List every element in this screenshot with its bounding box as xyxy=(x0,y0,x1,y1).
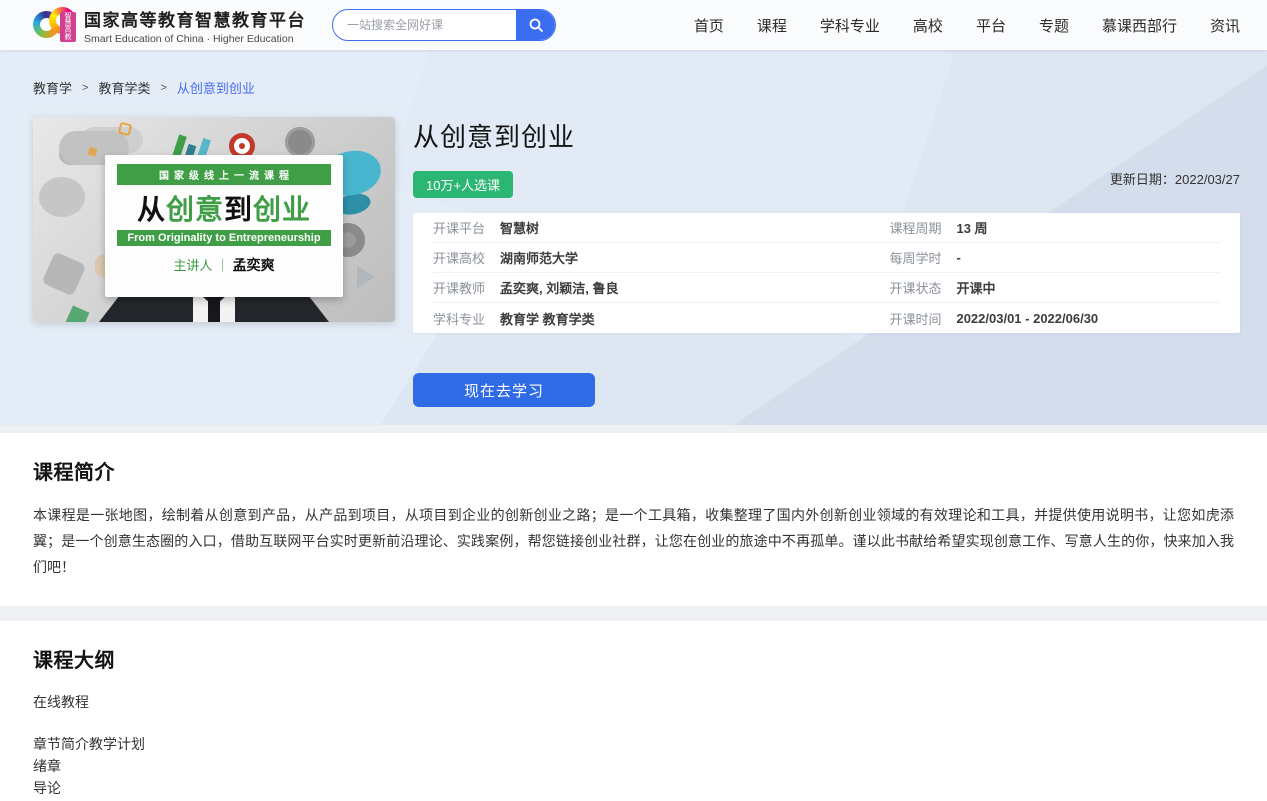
nav-item-topics[interactable]: 专题 xyxy=(1039,15,1069,36)
cover-banner-text: 国家级线上一流课程 xyxy=(117,164,331,185)
course-intro-section: 课程简介 本课程是一张地图，绘制着从创意到产品，从产品到项目，从项目到企业的创新… xyxy=(0,433,1267,606)
chevron-right-icon: > xyxy=(160,82,166,94)
chevron-right-icon: > xyxy=(82,82,88,94)
detail-label: 开课高校 xyxy=(433,248,485,267)
platform-logo-icon: 智慧高教 xyxy=(33,7,75,43)
detail-label: 开课状态 xyxy=(889,278,941,297)
outline-list: 章节简介教学计划 绪章 导论 xyxy=(33,733,1234,799)
cover-english-subtitle: From Originality to Entrepreneurship xyxy=(117,230,331,246)
logo-icon-text: 智慧高教 xyxy=(60,12,76,42)
cover-deco-puzzle xyxy=(42,252,87,297)
cover-deco-globe xyxy=(285,127,315,157)
detail-value-university: 湖南师范大学 xyxy=(500,248,578,267)
nav-item-courses[interactable]: 课程 xyxy=(757,15,787,36)
detail-value-teachers: 孟奕爽, 刘颖洁, 鲁良 xyxy=(500,278,618,297)
nav-item-mooc-west[interactable]: 慕课西部行 xyxy=(1102,15,1177,36)
search-bar xyxy=(332,9,556,41)
top-header: 智慧高教 国家高等教育智慧教育平台 Smart Education of Chi… xyxy=(0,0,1267,50)
main-nav: 首页 课程 学科专业 高校 平台 专题 慕课西部行 资讯 xyxy=(694,15,1240,36)
breadcrumb-item-category[interactable]: 教育学类 xyxy=(98,78,150,97)
detail-value-weekly-hours: - xyxy=(956,250,960,265)
detail-label: 每周学时 xyxy=(889,248,941,267)
intro-text: 本课程是一张地图，绘制着从创意到产品，从产品到项目，从项目到企业的创新创业之路；… xyxy=(33,502,1234,580)
detail-value-duration: 13 周 xyxy=(956,218,987,237)
update-date: 更新日期：2022/03/27 xyxy=(1110,169,1240,188)
search-button[interactable] xyxy=(516,10,555,40)
search-input[interactable] xyxy=(333,10,516,40)
cover-presenter-line: 主讲人 ｜ 孟奕爽 xyxy=(117,255,331,275)
nav-item-universities[interactable]: 高校 xyxy=(913,15,943,36)
outline-item-preface[interactable]: 绪章 xyxy=(33,755,1234,777)
cover-sign-board: 国家级线上一流课程 从创意到创业 From Originality to Ent… xyxy=(105,155,343,297)
nav-item-news[interactable]: 资讯 xyxy=(1210,15,1240,36)
course-hero-section: 教育学 > 教育学类 > 从创意到创业 国家级线上一流课程 从创意到创业 xyxy=(0,50,1267,425)
breadcrumb: 教育学 > 教育学类 > 从创意到创业 xyxy=(0,50,1267,97)
nav-item-platforms[interactable]: 平台 xyxy=(976,15,1006,36)
cover-deco-cloud xyxy=(39,177,85,217)
detail-label: 开课平台 xyxy=(433,218,485,237)
platform-logo[interactable]: 智慧高教 国家高等教育智慧教育平台 Smart Education of Chi… xyxy=(33,6,306,45)
course-info-panel: 从创意到创业 10万+人选课 更新日期：2022/03/27 开课平台 智慧树 … xyxy=(413,117,1240,407)
detail-label: 开课教师 xyxy=(433,278,485,297)
platform-title: 国家高等教育智慧教育平台 xyxy=(84,6,306,31)
outline-item-introduction[interactable]: 导论 xyxy=(33,777,1234,799)
detail-value-status: 开课中 xyxy=(956,278,995,297)
cover-deco-orange-icons xyxy=(118,122,133,137)
course-title: 从创意到创业 xyxy=(413,117,1240,154)
platform-subtitle: Smart Education of China · Higher Educat… xyxy=(84,33,306,45)
nav-item-disciplines[interactable]: 学科专业 xyxy=(820,15,880,36)
cover-person-tie xyxy=(208,296,220,322)
detail-value-schedule: 2022/03/01 - 2022/06/30 xyxy=(956,311,1098,326)
detail-label: 开课时间 xyxy=(889,309,941,328)
table-row: 开课平台 智慧树 课程周期 13 周 xyxy=(433,213,1220,243)
go-study-button[interactable]: 现在去学习 xyxy=(413,373,595,407)
enrollment-badge: 10万+人选课 xyxy=(413,171,513,198)
course-outline-section: 课程大纲 在线教程 章节简介教学计划 绪章 导论 xyxy=(0,621,1267,801)
outline-item-chapter-intro[interactable]: 章节简介教学计划 xyxy=(33,733,1234,755)
table-row: 开课教师 孟奕爽, 刘颖洁, 鲁良 开课状态 开课中 xyxy=(433,273,1220,303)
breadcrumb-item-current: 从创意到创业 xyxy=(177,78,255,97)
breadcrumb-item-discipline[interactable]: 教育学 xyxy=(33,78,72,97)
detail-label: 学科专业 xyxy=(433,309,485,328)
intro-section-title: 课程简介 xyxy=(33,456,1234,485)
outline-section-title: 课程大纲 xyxy=(33,644,1234,673)
table-row: 学科专业 教育学 教育学类 开课时间 2022/03/01 - 2022/06/… xyxy=(433,303,1220,333)
cover-arrow-icon xyxy=(357,266,375,288)
table-row: 开课高校 湖南师范大学 每周学时 - xyxy=(433,243,1220,273)
detail-label: 课程周期 xyxy=(889,218,941,237)
search-icon xyxy=(528,17,544,33)
course-cover-image: 国家级线上一流课程 从创意到创业 From Originality to Ent… xyxy=(33,117,395,322)
outline-tab-online-tutorial[interactable]: 在线教程 xyxy=(33,692,89,712)
nav-item-home[interactable]: 首页 xyxy=(694,15,724,36)
detail-value-platform: 智慧树 xyxy=(500,218,539,237)
platform-logo-text: 国家高等教育智慧教育平台 Smart Education of China · … xyxy=(84,6,306,45)
course-details-table: 开课平台 智慧树 课程周期 13 周 开课高校 湖南师范大学 每周学时 xyxy=(413,213,1240,333)
cover-course-title: 从创意到创业 xyxy=(117,188,331,228)
detail-value-discipline: 教育学 教育学类 xyxy=(500,309,595,328)
